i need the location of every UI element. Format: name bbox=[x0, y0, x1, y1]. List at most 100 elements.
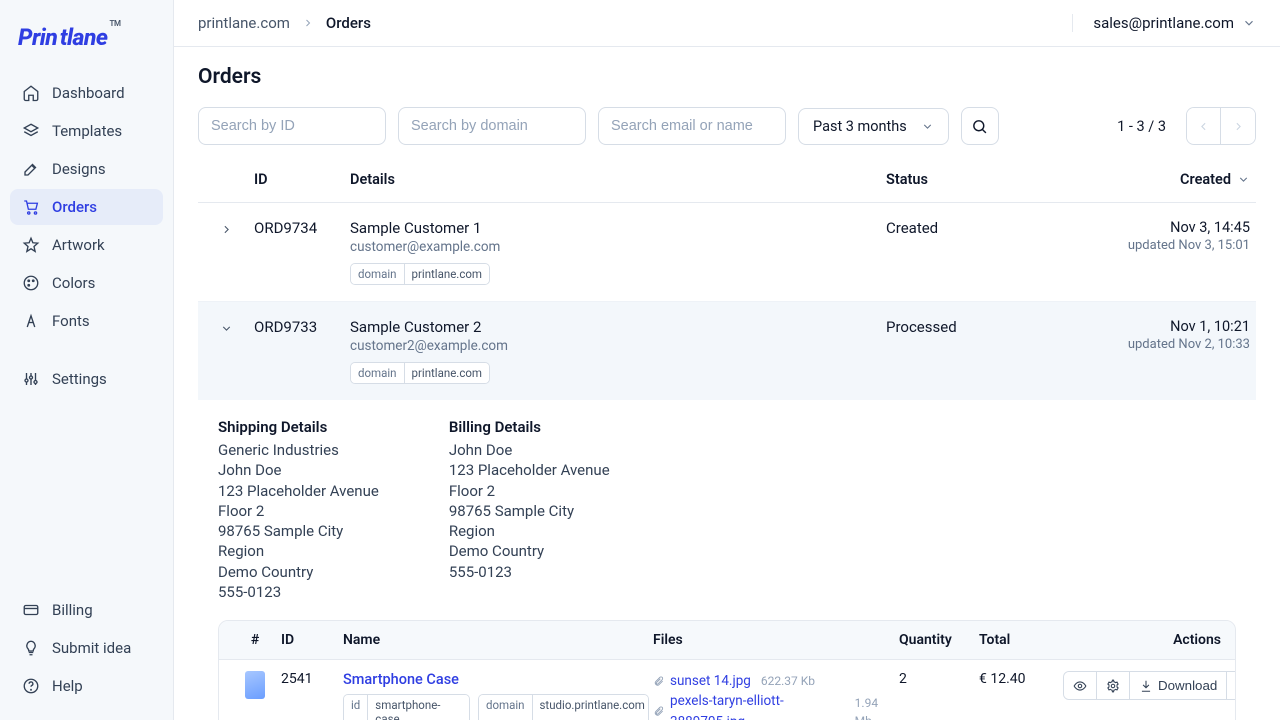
sidebar-item-dashboard[interactable]: Dashboard bbox=[10, 75, 163, 111]
sidebar-item-label: Settings bbox=[52, 370, 107, 388]
cart-icon bbox=[22, 198, 40, 216]
breadcrumb: printlane.com Orders bbox=[198, 14, 371, 32]
col-num: # bbox=[233, 632, 277, 648]
download-icon bbox=[1139, 679, 1153, 693]
search-email-input[interactable] bbox=[598, 107, 786, 145]
column-id: ID bbox=[254, 171, 350, 188]
search-button[interactable] bbox=[961, 107, 999, 145]
order-row[interactable]: ORD9734 Sample Customer 1 customer@examp… bbox=[198, 203, 1256, 302]
billing-address: Billing Details John Doe 123 Placeholder… bbox=[449, 418, 610, 602]
order-updated: updated Nov 3, 15:01 bbox=[1046, 238, 1250, 253]
col-total: Total bbox=[979, 632, 1059, 648]
home-icon bbox=[22, 84, 40, 102]
line-item-files: sunset 14.jpg622.37 Kb pexels-taryn-elli… bbox=[653, 671, 895, 720]
help-icon bbox=[22, 677, 40, 695]
sidebar-item-colors[interactable]: Colors bbox=[10, 265, 163, 301]
col-qty: Quantity bbox=[899, 632, 975, 648]
edit-icon bbox=[22, 160, 40, 178]
order-created: Nov 3, 14:45 bbox=[1046, 219, 1250, 236]
order-detail-panel: Shipping Details Generic Industries John… bbox=[198, 400, 1256, 720]
sidebar-item-templates[interactable]: Templates bbox=[10, 113, 163, 149]
font-icon bbox=[22, 312, 40, 330]
search-domain-input[interactable] bbox=[398, 107, 586, 145]
col-name: Name bbox=[343, 632, 649, 648]
sidebar-item-label: Artwork bbox=[52, 236, 105, 254]
col-actions: Actions bbox=[1063, 632, 1221, 648]
column-created[interactable]: Created bbox=[1046, 171, 1256, 188]
order-status: Processed bbox=[886, 318, 1046, 336]
chevron-right-icon[interactable] bbox=[220, 223, 233, 236]
line-item-actions: Download Print bbox=[1063, 671, 1236, 700]
card-icon bbox=[22, 601, 40, 619]
orders-table-header: ID Details Status Created bbox=[198, 167, 1256, 203]
column-details: Details bbox=[350, 171, 886, 188]
sidebar-item-label: Submit idea bbox=[52, 639, 131, 657]
customer-name: Sample Customer 1 bbox=[350, 219, 886, 237]
sidebar-item-label: Billing bbox=[52, 601, 93, 619]
order-row[interactable]: ORD9733 Sample Customer 2 customer2@exam… bbox=[198, 302, 1256, 400]
chevron-down-icon bbox=[1237, 173, 1250, 186]
chevron-down-icon bbox=[1242, 16, 1256, 30]
star-icon bbox=[22, 236, 40, 254]
sidebar-item-fonts[interactable]: Fonts bbox=[10, 303, 163, 339]
order-created: Nov 1, 10:21 bbox=[1046, 318, 1250, 335]
domain-tag: domainprintlane.com bbox=[350, 263, 490, 285]
bulb-icon bbox=[22, 639, 40, 657]
sidebar-item-label: Designs bbox=[52, 160, 106, 178]
palette-icon bbox=[22, 274, 40, 292]
id-tag: idsmartphone-case bbox=[343, 694, 470, 720]
line-item-qty: 2 bbox=[899, 671, 975, 687]
customer-email: customer2@example.com bbox=[350, 338, 886, 354]
chevron-left-icon bbox=[1197, 120, 1210, 133]
pager-next-button[interactable] bbox=[1221, 108, 1255, 144]
chevron-down-icon[interactable] bbox=[220, 322, 233, 335]
sidebar-item-artwork[interactable]: Artwork bbox=[10, 227, 163, 263]
chevron-down-icon bbox=[921, 120, 934, 133]
preview-button[interactable] bbox=[1064, 672, 1097, 699]
pager-text: 1 - 3 / 3 bbox=[1117, 118, 1166, 135]
item-thumb bbox=[245, 671, 265, 699]
customer-name: Sample Customer 2 bbox=[350, 318, 886, 336]
search-id-input[interactable] bbox=[198, 107, 386, 145]
line-item-row: 2541 Smartphone Case idsmartphone-case d… bbox=[219, 660, 1235, 720]
download-button[interactable]: Download bbox=[1130, 672, 1227, 699]
sliders-icon bbox=[22, 370, 40, 388]
sidebar-item-label: Fonts bbox=[52, 312, 90, 330]
chevron-right-icon bbox=[302, 17, 314, 29]
date-range-select[interactable]: Past 3 months bbox=[798, 108, 949, 145]
line-items-panel: # ID Name Files Quantity Total Actions 2… bbox=[218, 620, 1236, 720]
sidebar-item-billing[interactable]: Billing bbox=[10, 592, 163, 628]
breadcrumb-root[interactable]: printlane.com bbox=[198, 14, 290, 32]
page-title: Orders bbox=[198, 65, 1256, 89]
col-id: ID bbox=[281, 632, 339, 648]
sidebar-item-settings[interactable]: Settings bbox=[10, 361, 163, 397]
sidebar-item-label: Colors bbox=[52, 274, 95, 292]
domain-tag: domainprintlane.com bbox=[350, 362, 490, 384]
logo: PrintlaneTM bbox=[10, 16, 163, 75]
column-status: Status bbox=[886, 171, 1046, 188]
line-item-total: € 12.40 bbox=[979, 671, 1059, 687]
line-item-name[interactable]: Smartphone Case bbox=[343, 671, 649, 688]
sidebar-item-orders[interactable]: Orders bbox=[10, 189, 163, 225]
account-menu[interactable]: sales@printlane.com bbox=[1072, 14, 1256, 32]
gear-icon bbox=[1106, 679, 1120, 693]
paperclip-icon bbox=[653, 676, 664, 687]
paperclip-icon bbox=[653, 706, 664, 717]
customer-email: customer@example.com bbox=[350, 239, 886, 255]
sidebar-item-designs[interactable]: Designs bbox=[10, 151, 163, 187]
order-status: Created bbox=[886, 219, 1046, 237]
sidebar-item-label: Help bbox=[52, 677, 83, 695]
order-updated: updated Nov 2, 10:33 bbox=[1046, 337, 1250, 352]
chevron-right-icon bbox=[1232, 120, 1245, 133]
eye-icon bbox=[1073, 679, 1087, 693]
pager bbox=[1186, 107, 1256, 145]
order-id: ORD9734 bbox=[254, 219, 350, 237]
print-button[interactable]: Print bbox=[1227, 672, 1236, 699]
sidebar-item-label: Templates bbox=[52, 122, 122, 140]
account-email: sales@printlane.com bbox=[1093, 14, 1234, 32]
sidebar-item-submit-idea[interactable]: Submit idea bbox=[10, 630, 163, 666]
shipping-address: Shipping Details Generic Industries John… bbox=[218, 418, 379, 602]
sidebar-item-help[interactable]: Help bbox=[10, 668, 163, 704]
pager-prev-button[interactable] bbox=[1187, 108, 1221, 144]
settings-button[interactable] bbox=[1097, 672, 1130, 699]
